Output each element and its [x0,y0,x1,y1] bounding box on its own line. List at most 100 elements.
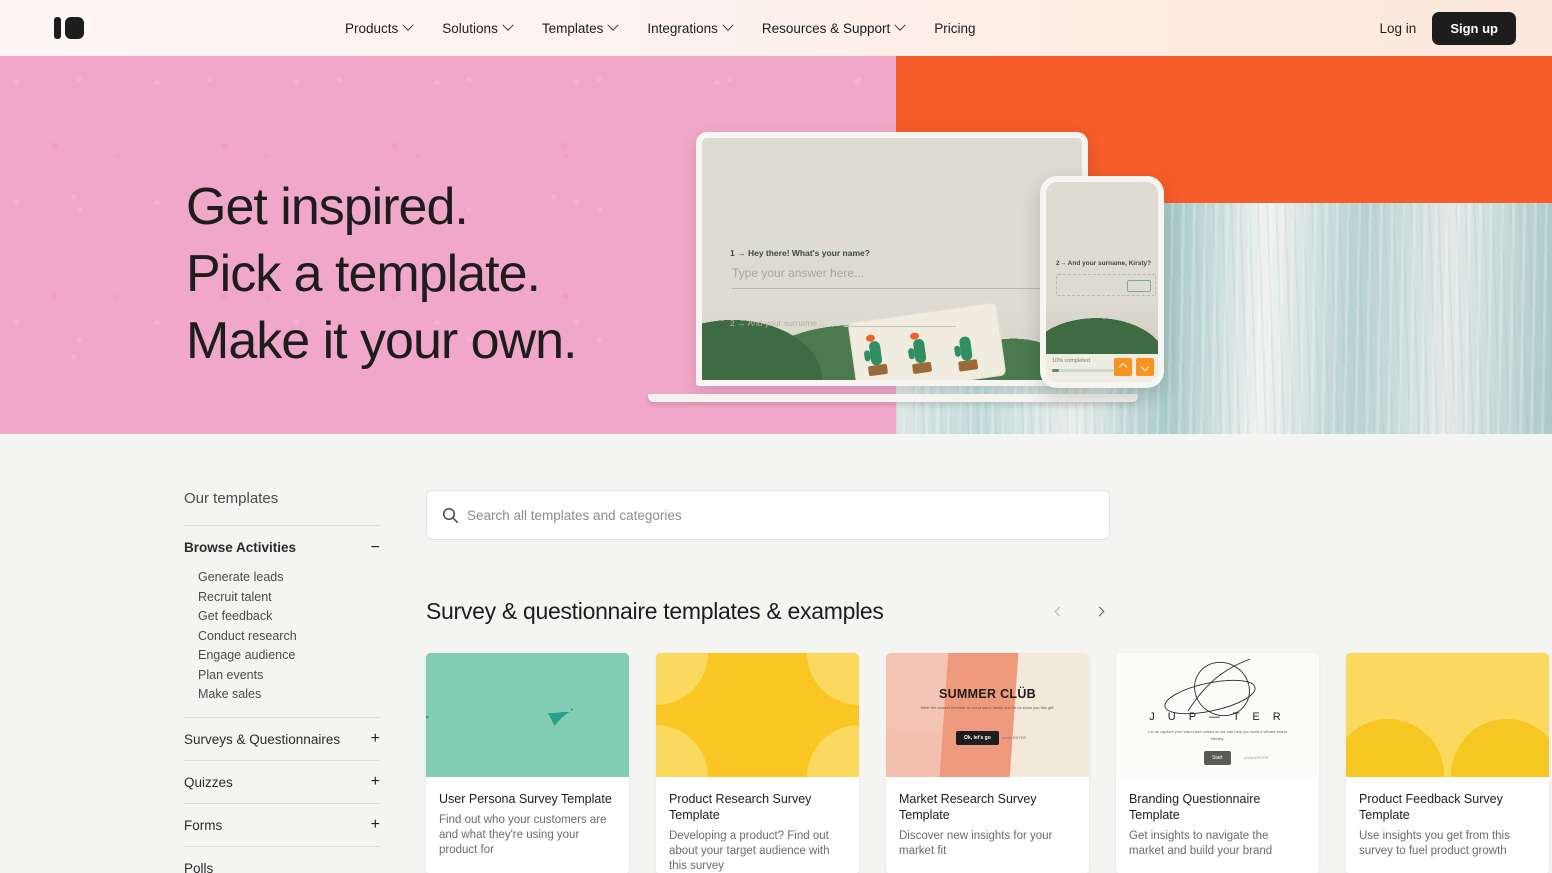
nav-actions: Log in Sign up [1380,0,1516,56]
logo-bar-shape [54,17,61,39]
sidebar-item-plan-events[interactable]: Plan events [198,666,380,686]
card-thumbnail-star [656,653,859,777]
templates-main: Survey & questionnaire templates & examp… [426,490,1552,873]
card-body: Product Research Survey Template Developi… [656,777,859,873]
nav-item-label: Integrations [647,20,718,36]
cactus-pot [911,361,933,375]
brand-art-button[interactable]: Start [1204,751,1231,765]
sidebar-item-polls[interactable]: Polls [184,847,380,873]
laptop-question-2-text: 2 → And your surname... [730,318,825,328]
hero-heading: Get inspired. Pick a template. Make it y… [186,174,577,375]
sidebar-group-browse-activities[interactable]: Browse Activities − [184,526,380,568]
phone-mockup: 2→ And your surname, Kirsty? 10% complet… [1040,176,1164,388]
expand-icon[interactable]: + [371,817,380,833]
nav-item-resources-support[interactable]: Resources & Support [762,19,920,36]
card-thumbnail-market: SUMMER CLÜB Meet the newest member of our… [886,653,1089,777]
hero-line-3: Make it your own. [186,312,577,370]
cactus-cushion [847,301,1007,380]
chevron-down-icon [607,19,620,31]
signup-button[interactable]: Sign up [1432,11,1516,45]
chevron-down-icon [722,19,734,31]
heart-left-arc [1346,719,1444,777]
star-corner-shape [656,725,708,777]
nav-item-pricing[interactable]: Pricing [934,21,991,36]
nav-item-label: Pricing [934,20,976,36]
laptop-answer-2-underline [844,326,956,327]
sidebar-item-make-sales[interactable]: Make sales [198,685,380,705]
template-card[interactable]: J U P — T E R Let us capture your vision … [1116,653,1319,873]
logo-square-shape [65,17,84,39]
star-corner-shape [807,653,859,705]
template-card[interactable]: SUMMER CLÜB Meet the newest member of our… [886,653,1089,873]
expand-icon[interactable]: + [371,731,380,747]
phone-footer-bar: 10% completed [1046,354,1158,382]
card-description: Find out who your customers are and what… [439,814,607,856]
section-header: Survey & questionnaire templates & examp… [426,598,1110,625]
market-art-button[interactable]: Ok, let's go [956,731,999,745]
brand-art-title: J U P — T E R [1149,711,1286,723]
sidebar-item-get-feedback[interactable]: Get feedback [198,607,380,627]
cactus-pot [958,359,979,372]
sidebar-group-label: Surveys & Questionnaires [184,731,341,747]
card-title: Market Research Survey Template [899,792,1037,822]
brand-art-hint: press ENTER [1244,755,1269,760]
typeform-logo[interactable] [54,17,84,39]
card-thumbnail-brand: J U P — T E R Let us capture your vision … [1116,653,1319,777]
sidebar-item-generate-leads[interactable]: Generate leads [198,568,380,588]
card-description: Discover new insights for your market fi… [899,830,1053,857]
nav-item-label: Templates [541,20,604,36]
nav-item-integrations[interactable]: Integrations [647,19,748,36]
nav-item-label: Solutions [442,20,498,36]
card-title: Branding Questionnaire Template [1129,792,1261,822]
cactus-shape [912,338,927,364]
star-corner-shape [807,725,859,777]
card-body: Product Feedback Survey Template Use insi… [1346,777,1549,859]
phone-answer-box [1056,274,1156,296]
card-body: User Persona Survey Template Find out who… [426,777,629,858]
sidebar-group-surveys-questionnaires[interactable]: Surveys & Questionnaires + [184,718,380,760]
market-art-title: SUMMER CLÜB [938,687,1037,701]
search-box[interactable] [426,490,1110,540]
cactus-shape [868,340,883,366]
phone-photo-pillow [1046,300,1158,354]
search-icon [442,507,459,524]
nav-item-products[interactable]: Products [345,19,428,36]
keyboard-icon [1127,280,1151,292]
carousel-next-button[interactable] [1088,601,1110,623]
carousel-controls [1048,601,1110,623]
phone-down-button[interactable] [1136,358,1154,376]
template-card[interactable]: User Persona Survey Template Find out who… [426,653,629,873]
market-art-hint: press ENTER [1002,735,1027,740]
sidebar-group-forms[interactable]: Forms + [184,804,380,846]
laptop-answer-underline [732,288,1056,289]
chevron-down-icon [502,19,514,31]
sidebar-item-engage-audience[interactable]: Engage audience [198,646,380,666]
card-body: Branding Questionnaire Template Get insig… [1116,777,1319,859]
carousel-prev-button[interactable] [1048,601,1070,623]
chevron-down-icon [894,19,906,31]
login-link[interactable]: Log in [1380,21,1417,36]
star-corner-shape [656,653,708,705]
sidebar-sublist: Generate leads Recruit talent Get feedback… [184,568,380,717]
market-art-subtitle: Meet the newest member of our product fa… [920,705,1055,710]
card-title: Product Research Survey Template [669,792,812,822]
template-card[interactable]: Product Research Survey Template Developi… [656,653,859,873]
sidebar-item-conduct-research[interactable]: Conduct research [198,627,380,647]
sidebar-group-quizzes[interactable]: Quizzes + [184,761,380,803]
phone-up-button[interactable] [1114,358,1132,376]
sidebar-group-label: Forms [184,817,223,833]
card-description: Get insights to navigate the market and … [1129,830,1273,857]
nav-item-templates[interactable]: Templates [541,19,634,36]
collapse-icon[interactable]: − [371,539,380,555]
template-card[interactable]: Product Feedback Survey Template Use insi… [1346,653,1549,873]
expand-icon[interactable]: + [371,774,380,790]
laptop-question-text: 1 → Hey there! What's your name? [730,248,870,258]
nav-item-label: Products [345,20,399,36]
sidebar-group-label: Quizzes [184,774,233,790]
hero-line-1: Get inspired. [186,178,469,236]
card-thumbnail-heart [1346,653,1549,777]
sidebar-item-recruit-talent[interactable]: Recruit talent [198,588,380,608]
search-input[interactable] [467,507,1067,523]
cactus-shape [958,335,973,362]
nav-item-solutions[interactable]: Solutions [442,19,528,36]
